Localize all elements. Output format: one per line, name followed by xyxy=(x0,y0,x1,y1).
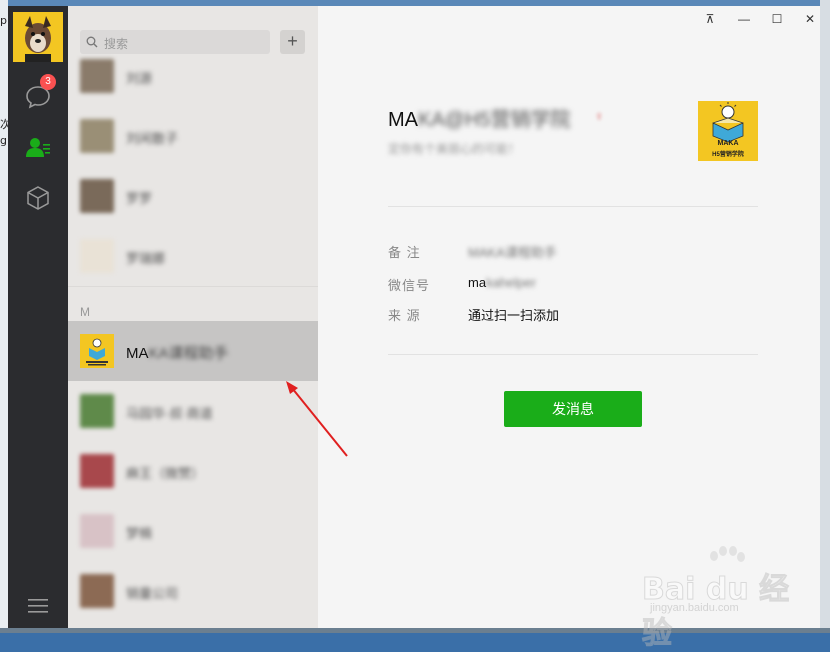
contact-row[interactable]: 罗瑞娜 xyxy=(68,226,318,286)
wechat-id-label: 微信号 xyxy=(388,278,431,293)
logo-subtext: H5营销学院 xyxy=(712,152,744,158)
contacts-nav-button[interactable] xyxy=(23,132,53,162)
mini-programs-nav-button[interactable] xyxy=(23,183,53,213)
source-label: 来 源 xyxy=(388,308,421,323)
contact-avatar xyxy=(80,59,114,93)
contact-name-blurred: KA课程助手 xyxy=(148,345,229,362)
contact-name: 销量公司 xyxy=(126,586,179,601)
logo-text: MAKA xyxy=(717,140,739,147)
hamburger-menu-icon xyxy=(28,599,48,613)
user-avatar[interactable] xyxy=(13,12,63,62)
profile-avatar[interactable]: MAKA H5营销学院 xyxy=(698,101,758,161)
section-divider xyxy=(68,286,318,287)
profile-name: MAKA@H5营销学院 xyxy=(388,103,571,132)
unread-badge: 3 xyxy=(40,74,56,90)
wechat-id-visible: ma xyxy=(468,275,487,290)
contact-avatar xyxy=(80,574,114,608)
remark-value-blurred: MAKA课程助手 xyxy=(468,245,557,260)
divider xyxy=(388,354,758,355)
contact-row[interactable]: 梦楠 xyxy=(68,501,318,561)
close-button[interactable]: ✕ xyxy=(798,10,822,28)
female-gender-icon: ♀ xyxy=(594,108,605,124)
desktop-text-fragment: p xyxy=(0,14,7,27)
contact-row-selected[interactable]: MAKA课程助手 xyxy=(68,321,318,381)
minimize-button[interactable]: — xyxy=(732,10,756,28)
desktop-text-fragment: g xyxy=(0,134,7,147)
contact-avatar xyxy=(80,119,114,153)
baidu-watermark: Bai du 经验 jingyan.baidu.com xyxy=(642,546,812,652)
contact-row[interactable]: 马园华·叔·商道 xyxy=(68,381,318,441)
contact-row[interactable]: 麻王（微赞） xyxy=(68,441,318,501)
contact-name: MAKA课程助手 xyxy=(126,342,229,363)
contact-name: 马园华·叔·商道 xyxy=(126,406,213,421)
nav-sidebar: 3 xyxy=(8,6,68,628)
contact-name-visible: MA xyxy=(126,345,149,362)
contact-name: 梦楠 xyxy=(126,526,153,541)
contact-name: 刘闲散子 xyxy=(126,131,179,146)
contact-name: 罗罗 xyxy=(126,191,153,206)
menu-button[interactable] xyxy=(23,591,53,621)
contact-row[interactable]: 刘闲散子 xyxy=(68,106,318,166)
desktop-strip-left xyxy=(0,0,8,633)
contact-avatar xyxy=(80,334,114,368)
watermark-url: jingyan.baidu.com xyxy=(650,602,739,614)
wechat-id-value: makahelper xyxy=(468,275,536,290)
contact-avatar xyxy=(80,454,114,488)
wechat-window: 3 搜索 + 刘源 刘闲散子 罗罗 罗瑞娜 M MAKA课程助手 马园华·叔·商… xyxy=(8,6,822,652)
contact-row[interactable]: 销量公司 xyxy=(68,561,318,621)
profile-pane: ⊼ — ☐ ✕ MAKA@H5营销学院 ♀ 定你有个美丽心的可能！ MAKA H… xyxy=(318,6,822,652)
contact-avatar xyxy=(80,179,114,213)
pin-window-button[interactable]: ⊼ xyxy=(698,10,722,28)
profile-signature: 定你有个美丽心的可能！ xyxy=(388,142,521,156)
remark-value: MAKA课程助手 xyxy=(468,242,557,261)
divider xyxy=(388,206,758,207)
wechat-id-blurred: kahelper xyxy=(486,275,536,290)
contact-name: 刘源 xyxy=(126,71,153,86)
chat-nav-button[interactable]: 3 xyxy=(23,74,56,112)
source-value: 通过扫一扫添加 xyxy=(468,308,560,323)
contact-name: 麻王（微赞） xyxy=(126,466,205,481)
section-letter: M xyxy=(80,305,90,319)
contact-list: 搜索 + 刘源 刘闲散子 罗罗 罗瑞娜 M MAKA课程助手 马园华·叔·商道 … xyxy=(68,6,318,628)
desktop-strip-right xyxy=(820,0,830,633)
contact-avatar xyxy=(80,239,114,273)
contact-row[interactable]: 罗罗 xyxy=(68,166,318,226)
contact-avatar xyxy=(80,514,114,548)
remark-label: 备 注 xyxy=(388,245,421,260)
profile-name-blurred: KA@H5营销学院 xyxy=(418,109,571,131)
send-message-button[interactable]: 发消息 xyxy=(504,391,642,427)
contacts-icon xyxy=(26,138,50,157)
contact-avatar xyxy=(80,394,114,428)
contact-row[interactable]: 刘源 xyxy=(68,46,318,106)
profile-name-visible: MA xyxy=(388,109,418,131)
maximize-button[interactable]: ☐ xyxy=(765,10,789,28)
contact-name: 罗瑞娜 xyxy=(126,251,166,266)
cube-icon xyxy=(27,186,49,210)
